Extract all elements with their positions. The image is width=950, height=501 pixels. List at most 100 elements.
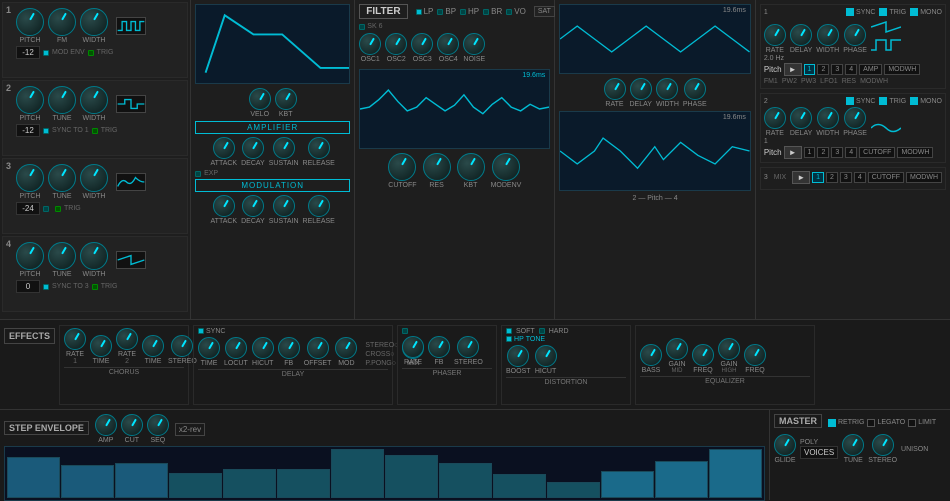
chorus-stereo-knob[interactable] bbox=[171, 335, 193, 357]
osc2-tune-knob[interactable] bbox=[48, 86, 76, 114]
master-glide-knob[interactable] bbox=[774, 434, 796, 456]
mix-modwh-tab[interactable]: MODWH bbox=[906, 172, 942, 183]
delay-fb-knob[interactable] bbox=[278, 337, 300, 359]
lfo2-tab-3[interactable]: 3 bbox=[831, 147, 843, 158]
filter-noise-knob[interactable] bbox=[463, 33, 485, 55]
filter-osc2-knob[interactable] bbox=[385, 33, 407, 55]
master-tune-knob[interactable] bbox=[842, 434, 864, 456]
dist-soft-led[interactable] bbox=[506, 328, 512, 334]
filter-modenv-knob[interactable] bbox=[492, 153, 520, 181]
dist-hp-led[interactable] bbox=[506, 336, 512, 342]
osc2-sync-led[interactable] bbox=[43, 128, 49, 134]
osc4-sync-led[interactable] bbox=[43, 284, 49, 290]
master-limit-check[interactable]: LIMIT bbox=[908, 419, 936, 427]
lfo2-modwh-tab[interactable]: MODWH bbox=[897, 147, 933, 158]
phaser-led[interactable] bbox=[402, 328, 408, 334]
delay-offset-knob[interactable] bbox=[307, 337, 329, 359]
amp-sustain-knob[interactable] bbox=[273, 137, 295, 159]
osc1-width-knob[interactable] bbox=[80, 8, 108, 36]
lfo1-delay-knob[interactable] bbox=[790, 24, 812, 46]
step-bar-2[interactable] bbox=[115, 463, 168, 498]
step-bar-7[interactable] bbox=[385, 455, 438, 498]
amp-exp-led[interactable] bbox=[195, 171, 201, 177]
lfo2-mono-check[interactable]: MONO bbox=[910, 97, 942, 105]
amp-release-knob[interactable] bbox=[308, 137, 330, 159]
delay-locut-knob[interactable] bbox=[225, 337, 247, 359]
amp-kbt-knob[interactable] bbox=[275, 88, 297, 110]
filter-osc4-knob[interactable] bbox=[437, 33, 459, 55]
osc1-modenv-led[interactable] bbox=[43, 50, 49, 56]
dist-boost-knob[interactable] bbox=[507, 345, 529, 367]
amp-decay-knob[interactable] bbox=[242, 137, 264, 159]
mix-tab-2[interactable]: 2 bbox=[826, 172, 838, 183]
phaser-fb-knob[interactable] bbox=[428, 336, 450, 358]
eq-gain-mid-knob[interactable] bbox=[666, 338, 688, 360]
mix-play-button[interactable]: ► bbox=[792, 171, 810, 184]
step-bar-9[interactable] bbox=[493, 474, 546, 498]
amp-velo-knob[interactable] bbox=[249, 88, 271, 110]
lfo2-trig-check[interactable]: TRIG bbox=[879, 97, 906, 105]
osc3-tune-knob[interactable] bbox=[48, 164, 76, 192]
lfo1-tab-1[interactable]: 1 bbox=[804, 64, 816, 75]
mod-decay-knob[interactable] bbox=[242, 195, 264, 217]
osc3-pitch-knob[interactable] bbox=[16, 164, 44, 192]
osc3-width-knob[interactable] bbox=[80, 164, 108, 192]
step-bar-12[interactable] bbox=[655, 461, 708, 498]
filter-osc3-knob[interactable] bbox=[411, 33, 433, 55]
mod-attack-knob[interactable] bbox=[213, 195, 235, 217]
filter-cutoff-knob[interactable] bbox=[388, 153, 416, 181]
step-bar-11[interactable] bbox=[601, 471, 654, 498]
lfo2-play-button[interactable]: ► bbox=[784, 146, 802, 159]
step-cut-knob[interactable] bbox=[121, 414, 143, 436]
lfo1-play-button[interactable]: ► bbox=[784, 63, 802, 76]
osc4-width-knob[interactable] bbox=[80, 242, 108, 270]
mod-release-knob[interactable] bbox=[308, 195, 330, 217]
master-legato-check[interactable]: LEGATO bbox=[867, 419, 905, 427]
master-retrig-check[interactable]: RETRIG bbox=[828, 419, 864, 427]
step-bar-1[interactable] bbox=[61, 465, 114, 498]
lfo2-width-knob[interactable] bbox=[817, 107, 839, 129]
delay-hicut-knob[interactable] bbox=[252, 337, 274, 359]
lfo1-tab-2[interactable]: 2 bbox=[817, 64, 829, 75]
lfo-phase-knob[interactable] bbox=[684, 78, 706, 100]
phaser-stereo-knob[interactable] bbox=[457, 336, 479, 358]
filter-kbt-knob[interactable] bbox=[457, 153, 485, 181]
amp-attack-knob[interactable] bbox=[213, 137, 235, 159]
lfo1-tab-4[interactable]: 4 bbox=[845, 64, 857, 75]
master-stereo-knob[interactable] bbox=[872, 434, 894, 456]
osc1-trig-led[interactable] bbox=[88, 50, 94, 56]
step-bar-13[interactable] bbox=[709, 449, 762, 498]
osc3-trig-led[interactable] bbox=[55, 206, 61, 212]
step-amp-knob[interactable] bbox=[95, 414, 117, 436]
chorus-time1-knob[interactable] bbox=[90, 335, 112, 357]
step-seq-knob[interactable] bbox=[147, 414, 169, 436]
lfo2-cutoff-tab[interactable]: CUTOFF bbox=[859, 147, 895, 158]
lfo-rate-knob[interactable] bbox=[604, 78, 626, 100]
chorus-rate1-knob[interactable] bbox=[64, 328, 86, 350]
osc1-pitch-knob[interactable] bbox=[16, 8, 44, 36]
osc4-tune-knob[interactable] bbox=[48, 242, 76, 270]
mod-sustain-knob[interactable] bbox=[273, 195, 295, 217]
lfo1-modwh-tab[interactable]: MODWH bbox=[884, 64, 920, 75]
lfo2-tab-1[interactable]: 1 bbox=[804, 147, 816, 158]
step-bar-8[interactable] bbox=[439, 463, 492, 498]
lfo1-rate-knob[interactable] bbox=[764, 24, 786, 46]
filter-lp[interactable]: LP bbox=[416, 7, 434, 16]
eq-gain-high-knob[interactable] bbox=[718, 338, 740, 360]
eq-bass-knob[interactable] bbox=[640, 344, 662, 366]
step-bar-5[interactable] bbox=[277, 469, 330, 498]
lfo2-tab-2[interactable]: 2 bbox=[817, 147, 829, 158]
lfo1-phase-knob[interactable] bbox=[844, 24, 866, 46]
lfo2-rate-knob[interactable] bbox=[764, 107, 786, 129]
filter-vo[interactable]: VO bbox=[506, 7, 526, 16]
lfo2-tab-4[interactable]: 4 bbox=[845, 147, 857, 158]
phaser-rate-knob[interactable] bbox=[402, 336, 424, 358]
delay-time-knob[interactable] bbox=[198, 337, 220, 359]
lfo2-phase-knob[interactable] bbox=[844, 107, 866, 129]
eq-freq-high-knob[interactable] bbox=[744, 344, 766, 366]
lfo2-sync-check[interactable]: SYNC bbox=[846, 97, 875, 105]
dist-hard-led[interactable] bbox=[539, 328, 545, 334]
mix-tab-1[interactable]: 1 bbox=[812, 172, 824, 183]
chorus-rate2-knob[interactable] bbox=[116, 328, 138, 350]
osc2-trig-led[interactable] bbox=[92, 128, 98, 134]
